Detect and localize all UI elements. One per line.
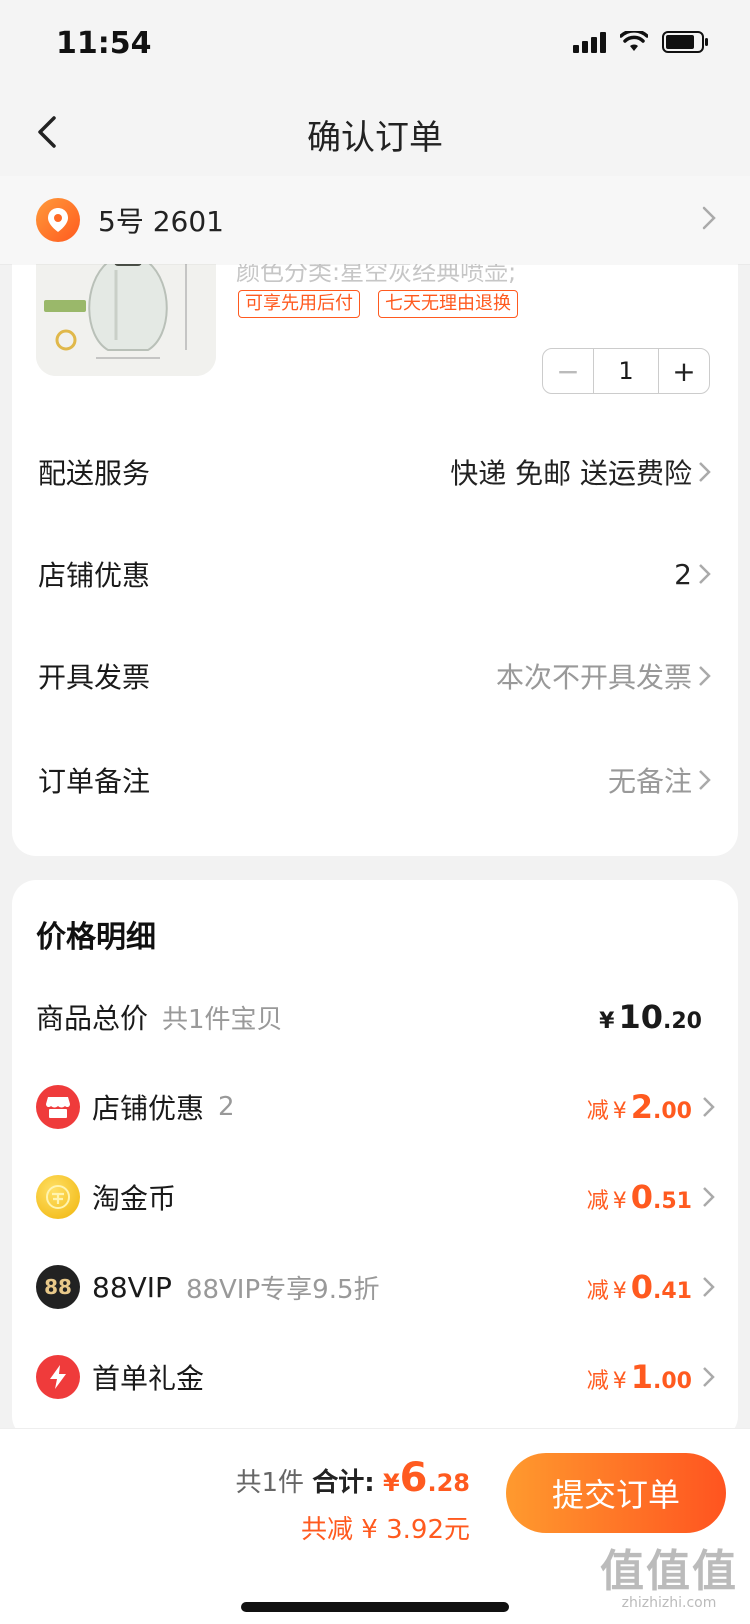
invoice-value: 本次不开具发票 — [495, 661, 692, 694]
watermark-glyphs: 值值值 — [600, 1546, 738, 1597]
store-discount-row[interactable]: 店铺优惠 2 — [38, 544, 712, 604]
currency-symbol: ¥ — [612, 1189, 627, 1214]
chevron-right-icon — [699, 666, 711, 686]
discount-row-88vip[interactable]: 88 88VIP 88VIP专享9.5折 减 ¥ 0.41 — [36, 1262, 716, 1312]
discount-label: 淘金币 — [92, 1182, 177, 1215]
chevron-right-icon — [703, 1097, 715, 1117]
discount-dec: .00 — [653, 1369, 692, 1394]
chevron-right-icon — [699, 564, 711, 584]
currency-symbol: ¥ — [612, 1369, 627, 1394]
discount-row-store[interactable]: 店铺优惠 2 减 ¥ 2.00 — [36, 1082, 716, 1132]
goods-total-row: 商品总价 共1件宝贝 ¥ 10.20 — [36, 992, 716, 1042]
total-dec: .28 — [427, 1469, 470, 1497]
address-text: 5号 2601 — [98, 205, 224, 238]
wifi-icon — [620, 31, 648, 51]
increase-quantity-button[interactable]: + — [659, 349, 709, 393]
chevron-right-icon — [703, 1187, 715, 1207]
discount-dec: .51 — [653, 1189, 692, 1214]
minus-prefix: 减 — [586, 1099, 609, 1124]
currency-symbol: ¥ — [612, 1099, 627, 1124]
vip-88-icon: 88 — [36, 1265, 80, 1309]
chevron-right-icon — [702, 206, 716, 230]
currency-symbol: ¥ — [382, 1469, 400, 1497]
item-count: 共1件 — [235, 1468, 304, 1498]
battery-icon — [662, 31, 708, 53]
discount-int: 0 — [630, 1178, 654, 1216]
discount-int: 0 — [630, 1268, 654, 1306]
quantity-value[interactable]: 1 — [593, 349, 659, 393]
minus-prefix: 减 — [586, 1279, 609, 1304]
home-indicator[interactable] — [241, 1602, 509, 1612]
discount-row-first-order[interactable]: 首单礼金 减 ¥ 1.00 — [36, 1352, 716, 1402]
discount-dec: .00 — [653, 1099, 692, 1124]
delivery-service-row[interactable]: 配送服务 快递 免邮 送运费险 — [38, 442, 712, 502]
goods-total-label: 商品总价 — [36, 1002, 149, 1035]
chevron-right-icon — [699, 462, 711, 482]
shop-icon — [36, 1085, 80, 1129]
discount-label: 店铺优惠 — [92, 1092, 205, 1125]
store-discount-count: 2 — [674, 557, 692, 591]
gold-coin-icon — [36, 1175, 80, 1219]
quantity-stepper[interactable]: − 1 + — [542, 348, 710, 394]
discount-label: 首单礼金 — [92, 1362, 205, 1395]
delivery-service-value: 快递 免邮 送运费险 — [450, 457, 692, 490]
price-detail-card: 价格明细 商品总价 共1件宝贝 ¥ 10.20 店铺优惠 2 减 ¥ 2.00 — [12, 880, 738, 1440]
address-selector[interactable]: 5号 2601 — [0, 176, 750, 264]
status-bar: 11:54 — [0, 0, 750, 90]
chevron-right-icon — [703, 1277, 715, 1297]
tag-pay-later: 可享先用后付 — [238, 290, 360, 318]
goods-total-dec: .20 — [663, 1009, 702, 1034]
page-title: 确认订单 — [307, 118, 443, 158]
discount-sub: 2 — [218, 1092, 235, 1122]
row-label: 配送服务 — [38, 457, 151, 490]
row-label: 店铺优惠 — [38, 559, 151, 592]
chevron-right-icon — [703, 1367, 715, 1387]
minus-prefix: 减 — [586, 1189, 609, 1214]
goods-total-int: 10 — [618, 998, 664, 1036]
discount-row-taojinbi[interactable]: 淘金币 减 ¥ 0.51 — [36, 1172, 716, 1222]
cellular-signal-icon — [573, 31, 606, 53]
lightning-icon — [36, 1355, 80, 1399]
discount-int: 1 — [630, 1358, 654, 1396]
price-detail-title: 价格明细 — [36, 920, 156, 955]
currency-symbol: ¥ — [599, 1009, 615, 1034]
order-totals: 共1件 合计: ¥6.28 共减 ¥ 3.92元 — [235, 1455, 470, 1546]
row-label: 订单备注 — [38, 765, 151, 798]
vip-icon-text: 88 — [44, 1275, 72, 1299]
order-note-row[interactable]: 订单备注 无备注 — [38, 750, 712, 810]
discount-sub: 88VIP专享9.5折 — [185, 1274, 380, 1305]
invoice-row[interactable]: 开具发票 本次不开具发票 — [38, 646, 712, 706]
nav-bar: 确认订单 — [0, 90, 750, 176]
status-time: 11:54 — [56, 26, 152, 61]
watermark-logo: 值值值 zhizhizhi.com — [600, 1535, 738, 1611]
total-int: 6 — [399, 1455, 428, 1501]
total-saved: 共减 ¥ 3.92元 — [301, 1515, 470, 1545]
discount-int: 2 — [630, 1088, 654, 1126]
goods-count: 共1件宝贝 — [162, 1004, 283, 1035]
order-card: 颜色分类:星空灰经典喷壶; 可享先用后付 七天无理由退换 − 1 + 配送服务 … — [12, 200, 738, 856]
order-note-value: 无备注 — [607, 765, 692, 798]
row-label: 开具发票 — [38, 661, 151, 694]
chevron-right-icon — [699, 770, 711, 790]
discount-label: 88VIP — [92, 1270, 172, 1304]
tag-seven-day-return: 七天无理由退换 — [378, 290, 518, 318]
minus-prefix: 减 — [586, 1369, 609, 1394]
discount-dec: .41 — [653, 1279, 692, 1304]
location-pin-icon — [36, 198, 80, 242]
decrease-quantity-button[interactable]: − — [543, 349, 593, 393]
status-icons — [573, 30, 710, 54]
submit-order-button[interactable]: 提交订单 — [506, 1453, 726, 1533]
currency-symbol: ¥ — [612, 1279, 627, 1304]
total-label: 合计: — [312, 1468, 375, 1498]
